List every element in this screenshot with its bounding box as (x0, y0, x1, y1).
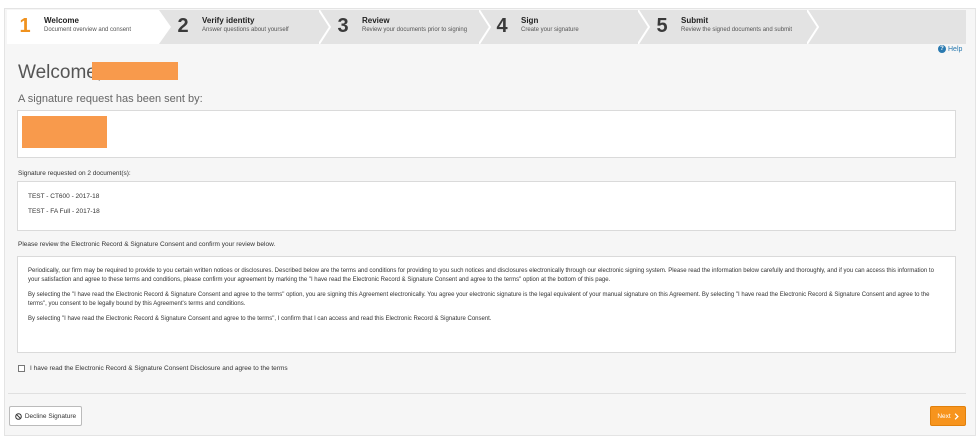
step-review[interactable]: 3 Review Review your documents prior to … (333, 10, 481, 44)
ban-icon (15, 412, 22, 420)
help-label: Help (948, 45, 963, 53)
documents-label: Signature requested on 2 document(s): (18, 170, 131, 177)
chevron-right-icon (954, 412, 959, 420)
consent-text-box[interactable]: Periodically, our firm may be required t… (17, 256, 956, 353)
step-title: Review (362, 16, 390, 25)
step-title: Verify identity (202, 16, 255, 25)
step-separator-icon (479, 10, 491, 44)
consent-checkbox-label: I have read the Electronic Record & Sign… (30, 365, 288, 372)
next-label: Next (937, 412, 951, 420)
review-label: Please review the Electronic Record & Si… (18, 241, 276, 248)
step-separator-icon (159, 10, 171, 44)
step-title: Welcome (44, 16, 79, 25)
step-separator-icon (319, 10, 331, 44)
consent-paragraph: By selecting "I have read the Electronic… (28, 316, 492, 322)
step-separator-icon (638, 10, 650, 44)
consent-paragraph: By selecting the "I have read the Electr… (28, 292, 930, 307)
step-subtitle: Review your documents prior to signing (362, 27, 468, 33)
step-number: 5 (656, 15, 668, 37)
decline-signature-button[interactable]: Decline Signature (9, 406, 82, 426)
step-separator-icon (807, 10, 819, 44)
step-subtitle: Review the signed documents and submit (681, 27, 793, 33)
step-number: 3 (337, 15, 349, 37)
document-item: TEST - CT600 - 2017-18 (28, 193, 100, 200)
next-button[interactable]: Next (930, 406, 966, 426)
document-item: TEST - FA Full - 2017-18 (28, 208, 100, 215)
help-link[interactable]: ? Help (938, 45, 962, 53)
step-welcome[interactable]: 1 Welcome Document overview and consent (7, 10, 159, 44)
welcome-heading: Welcome, (18, 62, 103, 83)
step-title: Submit (681, 16, 709, 25)
sent-by-heading: A signature request has been sent by: (18, 93, 203, 105)
step-verify-identity[interactable]: 2 Verify identity Answer questions about… (173, 10, 321, 44)
consent-checkbox[interactable] (18, 365, 25, 372)
step-number: 1 (19, 15, 31, 37)
step-subtitle: Document overview and consent (44, 27, 132, 33)
decline-label: Decline Signature (24, 412, 77, 420)
step-submit[interactable]: 5 Submit Review the signed documents and… (652, 10, 812, 44)
redacted-recipient-name (92, 62, 178, 80)
consent-paragraph: Periodically, our firm may be required t… (28, 268, 934, 283)
consent-checkbox-row[interactable]: I have read the Electronic Record & Sign… (18, 365, 288, 372)
footer-divider (8, 393, 966, 394)
progress-steps: 1 Welcome Document overview and consent … (7, 10, 966, 44)
step-subtitle: Answer questions about yourself (202, 27, 289, 33)
documents-box (17, 181, 956, 231)
question-circle-icon: ? (938, 45, 946, 53)
step-sign[interactable]: 4 Sign Create your signature (492, 10, 640, 44)
step-title: Sign (521, 16, 539, 25)
step-number: 4 (496, 15, 508, 37)
step-number: 2 (177, 15, 189, 37)
redacted-sender (22, 116, 107, 148)
sender-box (17, 110, 956, 158)
step-subtitle: Create your signature (521, 27, 579, 33)
